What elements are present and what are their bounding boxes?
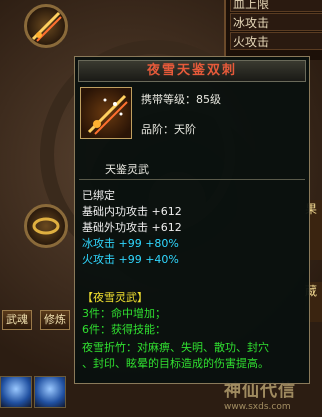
set-skill-desc-1: 夜雪折竹：对麻痹、失明、散功、封穴 — [82, 341, 269, 354]
watermark: 神仙代信 www.sxds.com — [224, 380, 322, 417]
set-name: 【夜雪灵武】 — [82, 291, 148, 304]
item-type: 天鉴灵武 — [105, 163, 149, 176]
stat-ice-attack: 冰攻击 — [230, 13, 322, 31]
bound-status: 已绑定 — [82, 189, 115, 202]
bracelet-icon — [32, 217, 60, 235]
tooltip-title-bar: 夜雪天鉴双刺 — [78, 60, 306, 82]
stat-label: 基础内功攻击 — [82, 205, 148, 218]
stat-fire-attack: 火攻击 — [230, 32, 322, 50]
character-stat-panel: 血上限 冰攻击 火攻击 — [224, 0, 322, 60]
xiulian-button[interactable]: 修炼 — [40, 310, 70, 330]
stat-label: 基础外功攻击 — [82, 221, 148, 234]
carry-level: 携带等级：85级 — [141, 93, 221, 106]
stat-bonus: +80% — [145, 237, 179, 250]
item-tooltip: 夜雪天鉴双刺 携带等级：85级 品阶：天阶 天鉴灵武 已绑定 基础内功攻击 +6… — [74, 56, 310, 384]
bottom-tab-bar: 武魂 修炼 — [0, 310, 80, 330]
set-bonus-3: 3件：命中增加； — [82, 307, 166, 320]
stat-fire-attack: 火攻击 +99 +40% — [82, 253, 179, 267]
twin-daggers-icon — [31, 11, 62, 42]
divider — [79, 179, 305, 180]
stat-label: 冰攻击 — [82, 237, 115, 250]
stat-outer-attack: 基础外功攻击 +612 — [82, 221, 182, 235]
watermark-text: 神仙代信 — [224, 381, 296, 401]
item-icon-frame — [80, 87, 132, 139]
weapon-slot[interactable] — [24, 4, 68, 48]
ring-slot[interactable] — [24, 204, 68, 248]
wuhun-button[interactable]: 武魂 — [2, 310, 32, 330]
item-name: 夜雪天鉴双刺 — [146, 63, 237, 78]
stat-hp-max: 血上限 — [230, 0, 322, 12]
stat-ice-attack: 冰攻击 +99 +80% — [82, 237, 179, 251]
stat-inner-attack: 基础内功攻击 +612 — [82, 205, 182, 219]
stat-value: +99 — [118, 253, 142, 266]
stat-label: 火攻击 — [82, 253, 115, 266]
skill-slot-icon[interactable] — [34, 376, 66, 408]
twin-daggers-icon — [87, 94, 128, 135]
stat-bonus: +40% — [145, 253, 179, 266]
set-skill-desc-2: 、封印、眩晕的目标造成的伤害提高。 — [82, 357, 269, 370]
stat-value: +612 — [151, 221, 182, 234]
stat-value: +99 — [118, 237, 142, 250]
stat-value: +612 — [151, 205, 182, 218]
watermark-url: www.sxds.com — [224, 402, 291, 412]
set-bonus-6: 6件：获得技能： — [82, 323, 166, 336]
skill-slot-icon[interactable] — [0, 376, 32, 408]
item-grade: 品阶：天阶 — [141, 123, 196, 136]
